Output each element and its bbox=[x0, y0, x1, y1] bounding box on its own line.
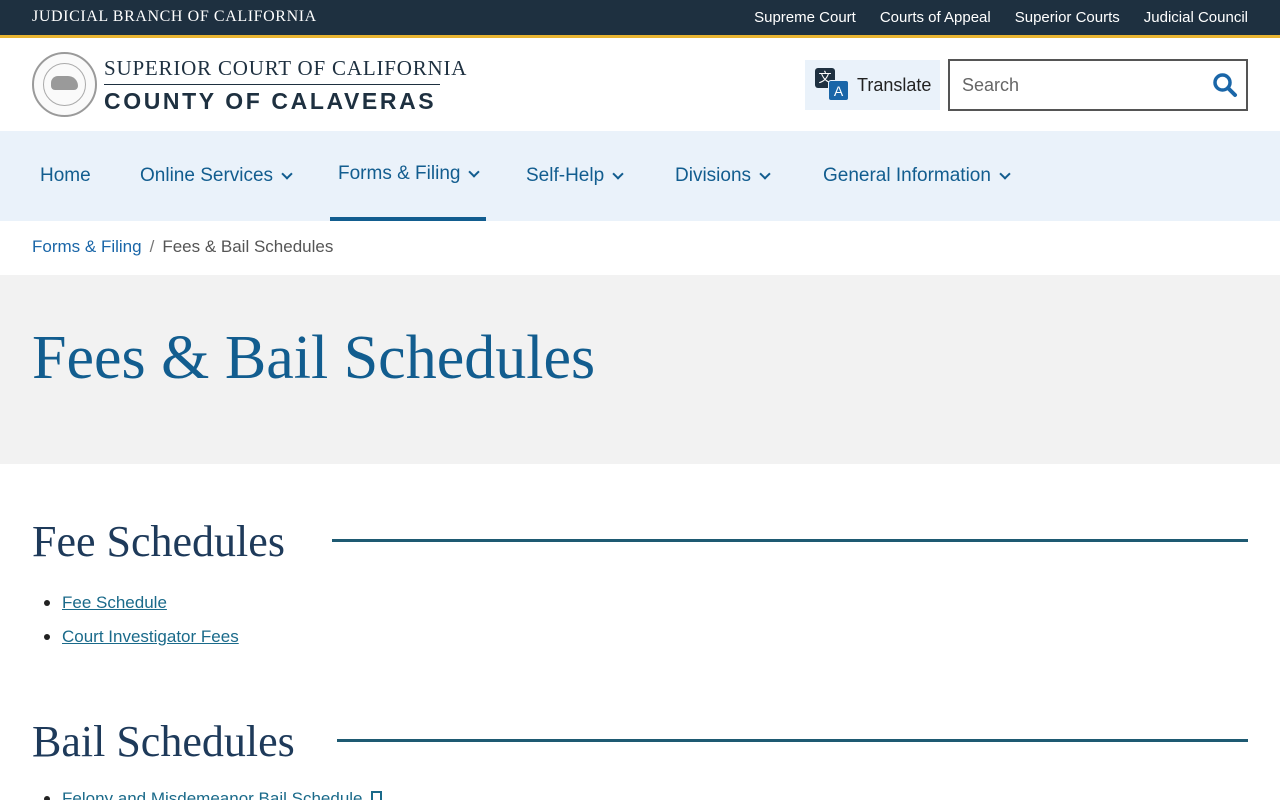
search-input[interactable] bbox=[950, 61, 1200, 109]
section-divider bbox=[332, 539, 1248, 542]
supreme-court-link[interactable]: Supreme Court bbox=[754, 9, 856, 26]
nav-forms-filing[interactable]: Forms & Filing bbox=[330, 131, 487, 221]
breadcrumb-current: Fees & Bail Schedules bbox=[162, 237, 334, 256]
site-header: SUPERIOR COURT OF CALIFORNIA COUNTY OF C… bbox=[0, 38, 1280, 131]
search-icon[interactable] bbox=[1212, 72, 1238, 98]
search-box bbox=[948, 59, 1248, 111]
superior-courts-link[interactable]: Superior Courts bbox=[1015, 9, 1120, 26]
chevron-down-icon bbox=[612, 167, 624, 180]
nav-online-services-label: Online Services bbox=[140, 165, 274, 186]
fee-schedule-link[interactable]: Fee Schedule bbox=[62, 593, 167, 612]
translate-label: Translate bbox=[857, 74, 932, 95]
translate-button[interactable]: 文 A Translate bbox=[805, 60, 940, 110]
judicial-council-link[interactable]: Judicial Council bbox=[1144, 9, 1248, 26]
logo-court-name[interactable]: SUPERIOR COURT OF CALIFORNIA bbox=[104, 56, 467, 81]
bail-schedule-link[interactable]: Felony and Misdemeanor Bail Schedule bbox=[62, 789, 363, 800]
list-item: Fee Schedule bbox=[44, 592, 239, 626]
courts-of-appeal-link[interactable]: Courts of Appeal bbox=[880, 9, 991, 26]
fee-schedules-list: Fee Schedule Court Investigator Fees bbox=[44, 592, 239, 660]
branch-links: Supreme Court Courts of Appeal Superior … bbox=[754, 9, 1248, 26]
section-divider bbox=[337, 739, 1248, 742]
seal-emblem bbox=[51, 76, 78, 90]
bail-schedules-heading: Bail Schedules bbox=[32, 717, 295, 766]
california-seal-icon[interactable] bbox=[32, 52, 97, 117]
list-item: Court Investigator Fees bbox=[44, 626, 239, 660]
judicial-branch-title[interactable]: JUDICIAL BRANCH OF CALIFORNIA bbox=[32, 8, 317, 26]
nav-general-information[interactable]: General Information bbox=[823, 131, 1011, 221]
list-item: Felony and Misdemeanor Bail Schedule bbox=[44, 788, 382, 800]
translate-icon: 文 A bbox=[815, 68, 849, 102]
document-icon bbox=[370, 791, 382, 800]
chevron-down-icon bbox=[468, 165, 481, 178]
nav-home[interactable]: Home bbox=[40, 131, 91, 221]
breadcrumb: Forms & Filing / Fees & Bail Schedules bbox=[32, 237, 333, 257]
logo-divider bbox=[104, 84, 440, 85]
page-title: Fees & Bail Schedules bbox=[32, 324, 596, 392]
main-navigation: Home Online Services Forms & Filing Self… bbox=[0, 131, 1280, 221]
page-hero: Fees & Bail Schedules bbox=[0, 275, 1280, 464]
fee-schedules-heading: Fee Schedules bbox=[32, 517, 285, 566]
nav-home-label: Home bbox=[40, 165, 91, 186]
nav-general-information-label: General Information bbox=[823, 165, 991, 186]
chevron-down-icon bbox=[281, 167, 293, 180]
nav-divisions[interactable]: Divisions bbox=[675, 131, 771, 221]
nav-self-help-label: Self-Help bbox=[526, 165, 605, 186]
court-investigator-fees-link[interactable]: Court Investigator Fees bbox=[62, 627, 239, 646]
nav-self-help[interactable]: Self-Help bbox=[526, 131, 624, 221]
chevron-down-icon bbox=[759, 167, 771, 180]
breadcrumb-forms-filing[interactable]: Forms & Filing bbox=[32, 237, 142, 256]
judicial-branch-bar: JUDICIAL BRANCH OF CALIFORNIA Supreme Co… bbox=[0, 0, 1280, 38]
nav-forms-filing-label: Forms & Filing bbox=[338, 163, 461, 184]
logo-county-name[interactable]: COUNTY OF CALAVERAS bbox=[104, 88, 436, 115]
breadcrumb-separator: / bbox=[149, 237, 155, 256]
nav-divisions-label: Divisions bbox=[675, 165, 752, 186]
chevron-down-icon bbox=[999, 167, 1011, 180]
bail-schedules-list: Felony and Misdemeanor Bail Schedule bbox=[44, 788, 382, 800]
nav-online-services[interactable]: Online Services bbox=[140, 131, 293, 221]
